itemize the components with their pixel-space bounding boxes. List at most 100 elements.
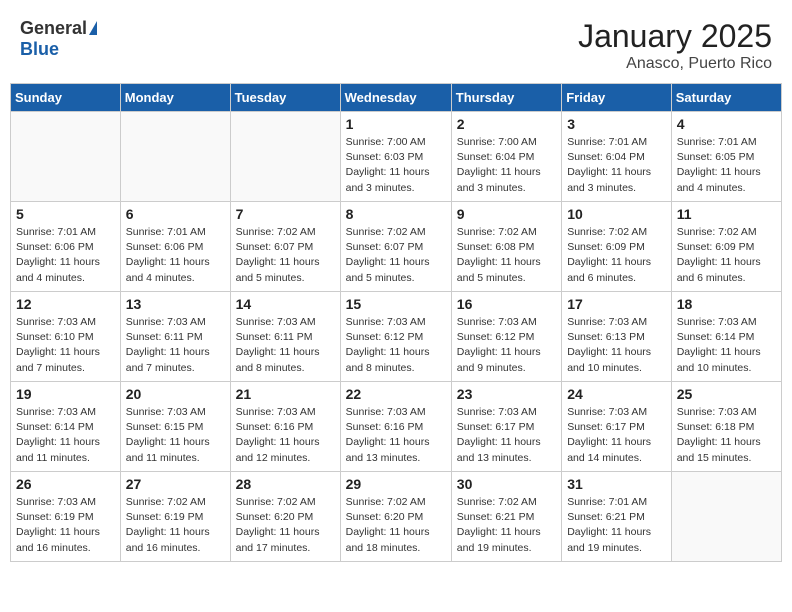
day-number: 7 — [236, 206, 335, 222]
calendar-cell: 7 Sunrise: 7:02 AM Sunset: 6:07 PM Daylig… — [230, 202, 340, 292]
day-number: 23 — [457, 386, 556, 402]
day-number: 14 — [236, 296, 335, 312]
calendar-cell: 4 Sunrise: 7:01 AM Sunset: 6:05 PM Daylig… — [671, 112, 781, 202]
calendar-cell — [11, 112, 121, 202]
location-title: Anasco, Puerto Rico — [578, 55, 772, 73]
calendar-cell: 15 Sunrise: 7:03 AM Sunset: 6:12 PM Dayli… — [340, 292, 451, 382]
day-info: Sunrise: 7:01 AM Sunset: 6:06 PM Dayligh… — [16, 225, 115, 286]
day-number: 31 — [567, 476, 666, 492]
day-number: 15 — [346, 296, 446, 312]
day-info: Sunrise: 7:03 AM Sunset: 6:12 PM Dayligh… — [346, 315, 446, 376]
day-info: Sunrise: 7:03 AM Sunset: 6:14 PM Dayligh… — [677, 315, 776, 376]
calendar-cell: 24Sunrise: 7:03 AM Sunset: 6:17 PM Dayli… — [562, 382, 672, 472]
day-number: 21 — [236, 386, 335, 402]
calendar-cell: 8 Sunrise: 7:02 AM Sunset: 6:07 PM Daylig… — [340, 202, 451, 292]
calendar-cell: 18 Sunrise: 7:03 AM Sunset: 6:14 PM Dayli… — [671, 292, 781, 382]
col-header-saturday: Saturday — [671, 84, 781, 112]
day-number: 4 — [677, 116, 776, 132]
day-number: 27 — [126, 476, 225, 492]
day-number: 1 — [346, 116, 446, 132]
day-info: Sunrise: 7:03 AM Sunset: 6:13 PM Dayligh… — [567, 315, 666, 376]
logo-icon — [89, 21, 97, 35]
day-info: Sunrise: 7:03 AM Sunset: 6:18 PM Dayligh… — [677, 405, 776, 466]
day-number: 3 — [567, 116, 666, 132]
day-number: 19 — [16, 386, 115, 402]
calendar-table: SundayMondayTuesdayWednesdayThursdayFrid… — [10, 83, 782, 562]
day-info: Sunrise: 7:02 AM Sunset: 6:09 PM Dayligh… — [677, 225, 776, 286]
calendar-cell — [230, 112, 340, 202]
calendar-cell: 23 Sunrise: 7:03 AM Sunset: 6:17 PM Dayli… — [451, 382, 561, 472]
day-info: Sunrise: 7:03 AM Sunset: 6:14 PM Dayligh… — [16, 405, 115, 466]
day-number: 16 — [457, 296, 556, 312]
day-info: Sunrise: 7:00 AM Sunset: 6:04 PM Dayligh… — [457, 135, 556, 196]
calendar-cell: 28Sunrise: 7:02 AM Sunset: 6:20 PM Dayli… — [230, 472, 340, 562]
day-info: Sunrise: 7:01 AM Sunset: 6:06 PM Dayligh… — [126, 225, 225, 286]
day-info: Sunrise: 7:03 AM Sunset: 6:15 PM Dayligh… — [126, 405, 225, 466]
day-info: Sunrise: 7:03 AM Sunset: 6:16 PM Dayligh… — [346, 405, 446, 466]
calendar-cell: 16 Sunrise: 7:03 AM Sunset: 6:12 PM Dayli… — [451, 292, 561, 382]
calendar-cell: 29 Sunrise: 7:02 AM Sunset: 6:20 PM Dayli… — [340, 472, 451, 562]
calendar-cell: 30 Sunrise: 7:02 AM Sunset: 6:21 PM Dayli… — [451, 472, 561, 562]
day-number: 26 — [16, 476, 115, 492]
day-number: 10 — [567, 206, 666, 222]
day-info: Sunrise: 7:02 AM Sunset: 6:07 PM Dayligh… — [236, 225, 335, 286]
title-block: January 2025 Anasco, Puerto Rico — [578, 18, 772, 73]
calendar-cell: 11 Sunrise: 7:02 AM Sunset: 6:09 PM Dayli… — [671, 202, 781, 292]
day-number: 20 — [126, 386, 225, 402]
logo-blue: Blue — [20, 39, 59, 60]
col-header-monday: Monday — [120, 84, 230, 112]
day-info: Sunrise: 7:03 AM Sunset: 6:12 PM Dayligh… — [457, 315, 556, 376]
day-info: Sunrise: 7:02 AM Sunset: 6:08 PM Dayligh… — [457, 225, 556, 286]
day-info: Sunrise: 7:03 AM Sunset: 6:11 PM Dayligh… — [126, 315, 225, 376]
calendar-cell: 3 Sunrise: 7:01 AM Sunset: 6:04 PM Daylig… — [562, 112, 672, 202]
calendar-cell: 17 Sunrise: 7:03 AM Sunset: 6:13 PM Dayli… — [562, 292, 672, 382]
day-number: 18 — [677, 296, 776, 312]
day-info: Sunrise: 7:02 AM Sunset: 6:19 PM Dayligh… — [126, 495, 225, 556]
calendar-cell: 19 Sunrise: 7:03 AM Sunset: 6:14 PM Dayli… — [11, 382, 121, 472]
col-header-wednesday: Wednesday — [340, 84, 451, 112]
day-info: Sunrise: 7:01 AM Sunset: 6:21 PM Dayligh… — [567, 495, 666, 556]
day-info: Sunrise: 7:02 AM Sunset: 6:07 PM Dayligh… — [346, 225, 446, 286]
col-header-tuesday: Tuesday — [230, 84, 340, 112]
calendar-cell: 20 Sunrise: 7:03 AM Sunset: 6:15 PM Dayli… — [120, 382, 230, 472]
day-number: 25 — [677, 386, 776, 402]
day-info: Sunrise: 7:02 AM Sunset: 6:21 PM Dayligh… — [457, 495, 556, 556]
calendar-cell: 10 Sunrise: 7:02 AM Sunset: 6:09 PM Dayli… — [562, 202, 672, 292]
month-title: January 2025 — [578, 18, 772, 55]
day-number: 8 — [346, 206, 446, 222]
calendar-cell: 25 Sunrise: 7:03 AM Sunset: 6:18 PM Dayli… — [671, 382, 781, 472]
day-number: 29 — [346, 476, 446, 492]
col-header-thursday: Thursday — [451, 84, 561, 112]
day-number: 6 — [126, 206, 225, 222]
logo-general: General — [20, 18, 87, 39]
day-info: Sunrise: 7:03 AM Sunset: 6:17 PM Dayligh… — [457, 405, 556, 466]
day-info: Sunrise: 7:03 AM Sunset: 6:16 PM Dayligh… — [236, 405, 335, 466]
col-header-friday: Friday — [562, 84, 672, 112]
calendar-cell: 27 Sunrise: 7:02 AM Sunset: 6:19 PM Dayli… — [120, 472, 230, 562]
day-number: 22 — [346, 386, 446, 402]
calendar-cell: 1Sunrise: 7:00 AM Sunset: 6:03 PM Daylig… — [340, 112, 451, 202]
day-info: Sunrise: 7:03 AM Sunset: 6:10 PM Dayligh… — [16, 315, 115, 376]
calendar-cell: 13Sunrise: 7:03 AM Sunset: 6:11 PM Dayli… — [120, 292, 230, 382]
day-info: Sunrise: 7:02 AM Sunset: 6:20 PM Dayligh… — [346, 495, 446, 556]
day-number: 28 — [236, 476, 335, 492]
day-info: Sunrise: 7:03 AM Sunset: 6:11 PM Dayligh… — [236, 315, 335, 376]
day-number: 30 — [457, 476, 556, 492]
logo: General Blue — [20, 18, 97, 60]
calendar-cell: 6 Sunrise: 7:01 AM Sunset: 6:06 PM Daylig… — [120, 202, 230, 292]
day-number: 12 — [16, 296, 115, 312]
calendar-cell: 5 Sunrise: 7:01 AM Sunset: 6:06 PM Daylig… — [11, 202, 121, 292]
day-info: Sunrise: 7:02 AM Sunset: 6:09 PM Dayligh… — [567, 225, 666, 286]
calendar-cell: 22 Sunrise: 7:03 AM Sunset: 6:16 PM Dayli… — [340, 382, 451, 472]
col-header-sunday: Sunday — [11, 84, 121, 112]
day-number: 5 — [16, 206, 115, 222]
calendar-cell: 12 Sunrise: 7:03 AM Sunset: 6:10 PM Dayli… — [11, 292, 121, 382]
day-number: 17 — [567, 296, 666, 312]
calendar-cell: 2Sunrise: 7:00 AM Sunset: 6:04 PM Daylig… — [451, 112, 561, 202]
day-number: 11 — [677, 206, 776, 222]
day-info: Sunrise: 7:01 AM Sunset: 6:04 PM Dayligh… — [567, 135, 666, 196]
calendar-cell — [671, 472, 781, 562]
day-number: 24 — [567, 386, 666, 402]
day-number: 9 — [457, 206, 556, 222]
day-info: Sunrise: 7:01 AM Sunset: 6:05 PM Dayligh… — [677, 135, 776, 196]
